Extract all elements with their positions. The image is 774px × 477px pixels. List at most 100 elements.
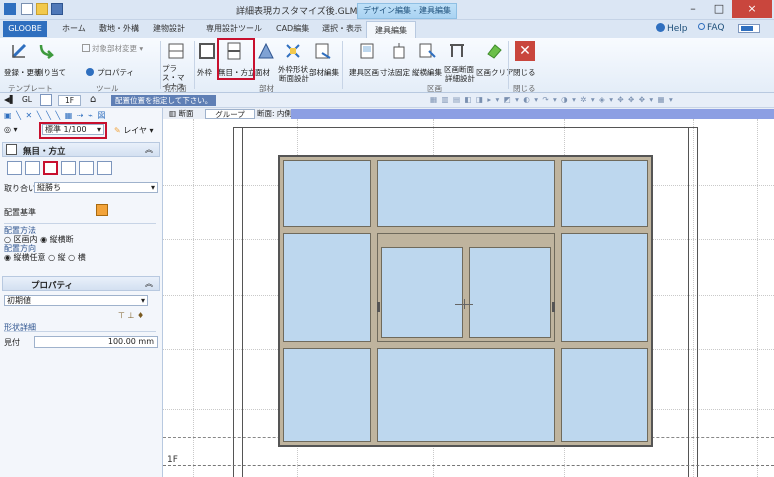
visible-width-label: 見付 — [4, 338, 20, 347]
separator — [508, 41, 509, 89]
sash-handle-right — [552, 302, 555, 312]
section-design-button[interactable]: 断面設計 — [279, 73, 309, 84]
fit-label: 取り合い — [4, 184, 36, 193]
stile-type-3-icon[interactable] — [43, 161, 58, 175]
stile-type-5-icon[interactable] — [79, 161, 94, 175]
collapse-icon[interactable]: ︽ — [145, 278, 153, 289]
property-section-header[interactable]: プロパティ ︽ — [2, 276, 160, 291]
snap-icon[interactable]: ◎ ▾ — [4, 125, 18, 134]
fit-select[interactable]: 縦勝ち ▾ — [34, 182, 158, 193]
glass-pane[interactable] — [283, 348, 371, 442]
stile-type-6-icon[interactable] — [97, 161, 112, 175]
stile-type-4-icon[interactable] — [61, 161, 76, 175]
tab-select-view[interactable]: 選択・表示 — [322, 23, 362, 34]
home-icon[interactable]: ⌂ — [90, 94, 96, 105]
wall-top-line — [233, 127, 698, 128]
target-change-icon — [82, 44, 90, 52]
tab-group[interactable]: グループ — [205, 109, 255, 119]
sash-glass-right[interactable] — [469, 247, 551, 338]
longitudinal-edit-icon — [419, 43, 436, 58]
frame-stile-section-header[interactable]: 無目・方立 ︽ — [2, 142, 160, 157]
tab-section[interactable]: ▥ 断面 — [163, 109, 199, 119]
layer-icon: ✎ — [114, 126, 121, 135]
faq-link[interactable]: FAQ — [698, 23, 724, 33]
dimension-fix-button[interactable]: 寸法固定 — [380, 67, 410, 78]
up-floor-icon[interactable] — [40, 94, 52, 106]
view-tab-bar — [291, 109, 774, 119]
direction-radios[interactable]: ◉ 縦横任意 ○ 縦 ○ 横 — [4, 252, 86, 263]
target-part-change-button[interactable]: 対象部材変更 ▾ — [82, 43, 143, 54]
view-tabs: ▥ 断面 グループ 断面: 内側 — [163, 108, 774, 119]
floor-selector[interactable]: 1F — [58, 95, 82, 106]
tab-fitting-edit[interactable]: 建具編集 — [366, 21, 416, 38]
register-update-icon — [11, 43, 27, 59]
glass-pane[interactable] — [377, 348, 555, 442]
visible-width-input[interactable]: 100.00 mm — [34, 336, 158, 348]
fitting-division-icon — [360, 43, 374, 59]
wall-line-right — [688, 127, 698, 477]
glass-pane[interactable] — [283, 160, 371, 227]
separator — [342, 41, 343, 89]
sash-glass-left[interactable] — [381, 247, 463, 338]
close-edit-button[interactable]: 閉じる — [513, 67, 536, 78]
wall-line-left — [233, 127, 243, 477]
assign-button[interactable]: 割り当て — [36, 67, 66, 78]
app-menu-icon[interactable] — [4, 3, 16, 15]
tab-building[interactable]: 建物設計 — [153, 23, 185, 34]
floor-level-label: 1F — [167, 455, 178, 465]
grid-line — [757, 119, 758, 477]
layer-button[interactable]: ✎ レイヤ ▾ — [114, 125, 154, 136]
longitudinal-edit-button[interactable]: 縦横編集 — [412, 67, 442, 78]
save-icon[interactable] — [51, 3, 63, 15]
prev-icon[interactable]: ◀▌ — [4, 95, 16, 104]
new-file-icon[interactable] — [21, 3, 33, 15]
placement-base-picker[interactable] — [96, 204, 108, 216]
outer-frame-button[interactable]: 外枠 — [197, 67, 212, 78]
part-edit-button[interactable]: 部材編集 — [309, 67, 339, 78]
drawing-canvas[interactable]: 1F — [163, 119, 774, 477]
info-icon — [86, 68, 94, 76]
glass-pane[interactable] — [283, 233, 371, 342]
outer-frame-icon — [199, 43, 215, 59]
section-detail-icon — [450, 44, 464, 57]
assign-icon — [39, 44, 54, 59]
eraser-icon — [487, 44, 502, 59]
inner-panel-icon — [258, 42, 274, 59]
toolbar-icons-right: ▦ ▥ ▤ ◧ ◨ ▸ ▾ ◩ ▾ ◐ ▾ ↷ ▾ ◑ ▾ ✲ ▾ ◈ ▾ ✥ … — [430, 95, 674, 104]
help-icon — [656, 23, 665, 32]
separator — [160, 41, 161, 89]
dimension-fix-icon — [393, 43, 405, 59]
property-tools-icons[interactable]: ⊤ ⊥ ♦ — [118, 311, 144, 320]
floor-view-icon[interactable]: GL — [22, 95, 32, 104]
glass-pane[interactable] — [561, 348, 648, 442]
glass-pane[interactable] — [561, 233, 648, 342]
detail-design-button[interactable]: 詳細設計 — [445, 73, 475, 84]
context-tab-label: デザイン編集 - 建具編集 — [357, 3, 457, 19]
fitting-division-button[interactable]: 建具区画 — [349, 67, 379, 78]
inner-panel-button[interactable]: 面材 — [255, 67, 270, 78]
help-link[interactable]: Help — [656, 23, 688, 34]
close-button[interactable]: × — [732, 0, 772, 18]
tab-home[interactable]: ホーム — [62, 23, 86, 34]
grid-line — [193, 119, 194, 477]
sash-handle-left — [377, 302, 380, 312]
display-mode-toggle[interactable] — [738, 24, 760, 33]
stile-type-2-icon[interactable] — [25, 161, 40, 175]
initial-value-select[interactable]: 初期値 ▾ — [4, 295, 148, 306]
maximize-button[interactable]: □ — [706, 0, 732, 18]
minimize-button[interactable]: – — [680, 0, 706, 18]
tab-dedicated-tools[interactable]: 専用設計ツール — [206, 23, 262, 34]
stile-type-1-icon[interactable] — [7, 161, 22, 175]
open-folder-icon[interactable] — [36, 3, 48, 15]
property-button[interactable]: プロパティ — [86, 67, 134, 78]
tab-site[interactable]: 敷地・外構 — [99, 23, 139, 34]
glass-pane[interactable] — [377, 160, 555, 227]
tab-app-menu[interactable]: GLOOBE — [3, 21, 47, 37]
glass-pane[interactable] — [561, 160, 648, 227]
tab-cad-edit[interactable]: CAD編集 — [276, 23, 309, 34]
plus-minus-icon — [168, 43, 184, 59]
outer-shape-icon — [286, 44, 300, 58]
separator — [194, 41, 195, 89]
collapse-icon[interactable]: ︽ — [145, 144, 153, 155]
status-message: 配置位置を指定して下さい。 — [111, 95, 217, 106]
